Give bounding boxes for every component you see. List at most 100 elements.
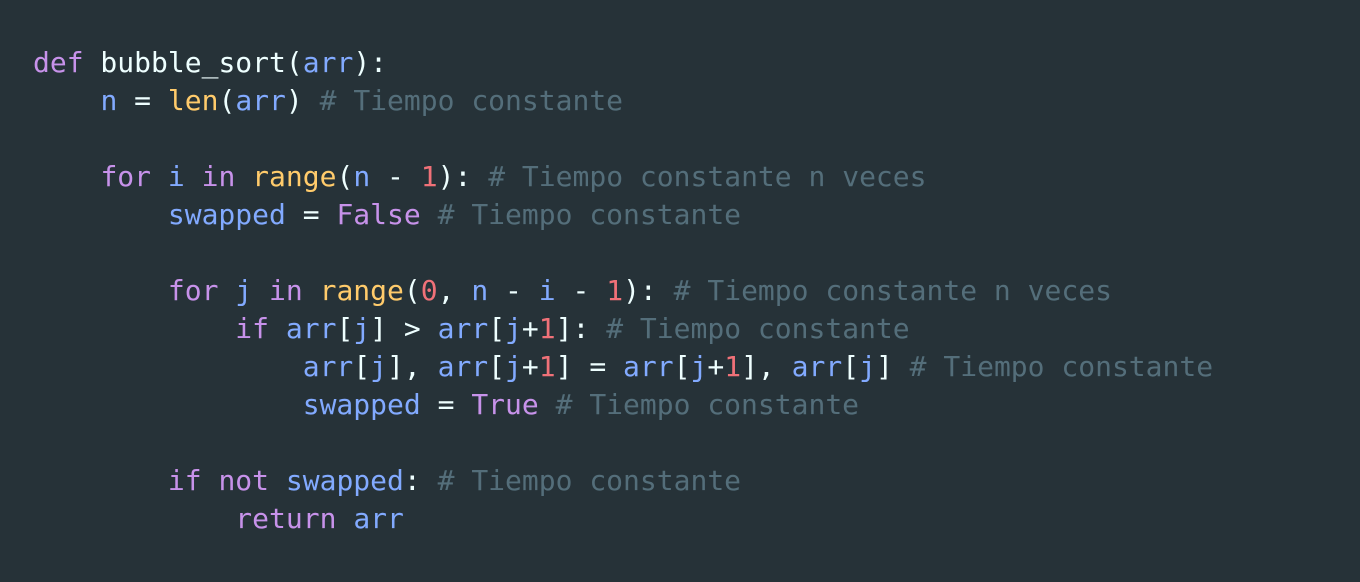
- token-plain: ] =: [555, 350, 624, 383]
- token-plain: ): [285, 84, 320, 117]
- token-plain: +: [707, 350, 725, 383]
- token-variable: j: [505, 350, 522, 383]
- token-variable: n: [471, 274, 489, 307]
- token-plain: (: [336, 160, 354, 193]
- token-plain: ):: [623, 274, 674, 307]
- token-variable: arr: [285, 312, 337, 345]
- token-variable: arr: [791, 350, 843, 383]
- code-line[interactable]: if not swapped: # Tiempo constante: [33, 462, 1360, 500]
- token-keyword: if: [235, 312, 270, 345]
- token-variable: j: [370, 350, 388, 383]
- code-line[interactable]: return arr: [33, 500, 1360, 538]
- token-variable: i: [167, 160, 185, 193]
- token-plain: +: [521, 350, 539, 383]
- token-plain: [: [842, 350, 860, 383]
- token-comment: # Tiempo constante: [555, 388, 860, 421]
- token-number: 1: [538, 312, 556, 345]
- token-plain: [: [488, 312, 506, 345]
- token-keyword: in: [269, 274, 303, 307]
- token-variable: n: [353, 160, 371, 193]
- token-builtin: len: [167, 84, 219, 117]
- token-plain: :: [403, 464, 438, 497]
- token-keyword: if: [167, 464, 202, 497]
- code-line[interactable]: arr[j], arr[j+1] = arr[j+1], arr[j] # Ti…: [33, 348, 1360, 386]
- token-variable: swapped: [167, 198, 286, 231]
- code-line[interactable]: if arr[j] > arr[j+1]: # Tiempo constante: [33, 310, 1360, 348]
- code-block[interactable]: def bubble_sort(arr): n = len(arr) # Tie…: [33, 44, 1360, 538]
- blank-code-line[interactable]: [33, 234, 1360, 272]
- blank-code-line[interactable]: [33, 120, 1360, 158]
- token-keyword: True: [471, 388, 539, 421]
- token-variable: i: [538, 274, 556, 307]
- token-plain: ] >: [370, 312, 438, 345]
- token-variable: j: [690, 350, 708, 383]
- token-plain: [: [673, 350, 691, 383]
- token-plain: ]: [875, 350, 910, 383]
- code-editor[interactable]: def bubble_sort(arr): n = len(arr) # Tie…: [0, 0, 1360, 582]
- token-plain: ]:: [555, 312, 607, 345]
- token-comment: # Tiempo constante n veces: [673, 274, 1112, 307]
- blank-code-line[interactable]: [33, 424, 1360, 462]
- token-plain: [: [353, 350, 371, 383]
- token-plain: ):: [437, 160, 489, 193]
- token-plain: -: [488, 274, 539, 307]
- token-plain: ],: [387, 350, 438, 383]
- token-plain: =: [285, 198, 337, 231]
- token-plain: (: [403, 274, 421, 307]
- code-line[interactable]: for j in range(0, n - i - 1): # Tiempo c…: [33, 272, 1360, 310]
- token-comment: # Tiempo constante: [909, 350, 1214, 383]
- code-line[interactable]: def bubble_sort(arr):: [33, 44, 1360, 82]
- token-keyword: not: [218, 464, 270, 497]
- token-keyword: in: [201, 160, 236, 193]
- token-plain: ],: [741, 350, 792, 383]
- token-comment: # Tiempo constante: [606, 312, 910, 345]
- token-number: 1: [724, 350, 742, 383]
- code-line[interactable]: swapped = False # Tiempo constante: [33, 196, 1360, 234]
- token-plain: [: [336, 312, 354, 345]
- token-variable: arr: [302, 350, 354, 383]
- code-line[interactable]: swapped = True # Tiempo constante: [33, 386, 1360, 424]
- token-builtin: range: [252, 160, 337, 193]
- token-plain: -: [370, 160, 421, 193]
- token-plain: [: [488, 350, 506, 383]
- token-variable: swapped: [285, 464, 404, 497]
- token-variable: arr: [353, 502, 404, 535]
- token-number: 1: [538, 350, 556, 383]
- token-keyword: for: [167, 274, 219, 307]
- token-keyword: for: [100, 160, 152, 193]
- code-line[interactable]: n = len(arr) # Tiempo constante: [33, 82, 1360, 120]
- token-variable: arr: [623, 350, 674, 383]
- token-variable: j: [235, 274, 253, 307]
- token-comment: # Tiempo constante: [437, 198, 742, 231]
- token-plain: +: [521, 312, 539, 345]
- token-variable: j: [859, 350, 876, 383]
- token-variable: arr: [437, 350, 489, 383]
- token-plain: =: [420, 388, 472, 421]
- token-plain: ,: [437, 274, 472, 307]
- token-comment: # Tiempo constante n veces: [488, 160, 927, 193]
- token-plain: ):: [353, 46, 388, 79]
- token-variable: swapped: [302, 388, 421, 421]
- code-line[interactable]: for i in range(n - 1): # Tiempo constant…: [33, 158, 1360, 196]
- token-comment: # Tiempo constante: [319, 84, 624, 117]
- token-number: 1: [606, 274, 624, 307]
- token-keyword: return: [235, 502, 337, 535]
